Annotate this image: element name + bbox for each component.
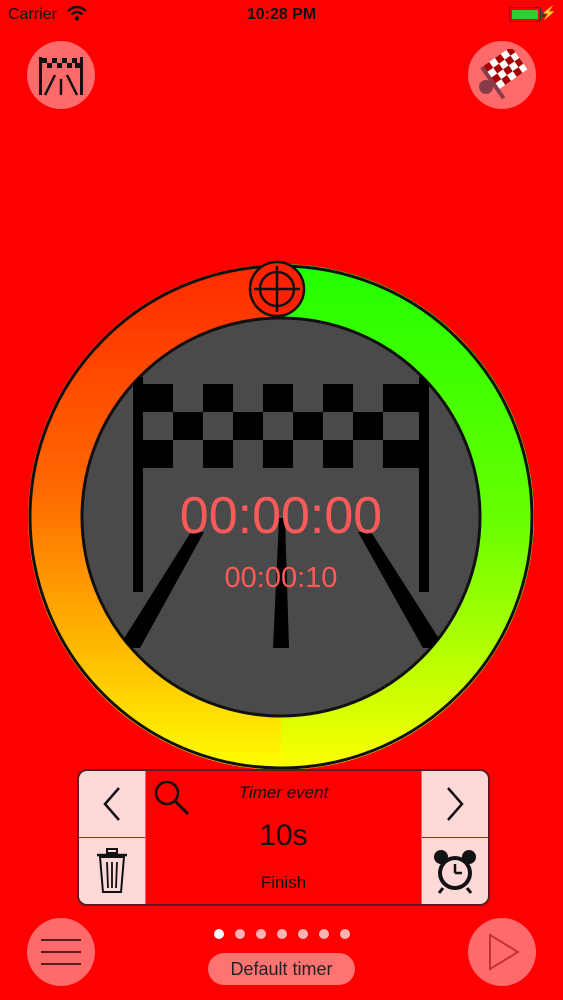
page-dot[interactable] (276, 929, 287, 939)
play-button[interactable] (468, 918, 536, 986)
page-dot[interactable] (255, 929, 266, 939)
timer-event-card: Timer event 10s Finish (77, 769, 490, 906)
crosshair-handle[interactable] (248, 260, 306, 318)
page-dot[interactable] (213, 929, 224, 939)
page-dot[interactable] (339, 929, 350, 939)
alarm-clock-icon (434, 850, 476, 894)
elapsed-time: 00:00:00 (180, 487, 382, 545)
timer-name-button[interactable]: Default timer (208, 953, 355, 985)
play-icon (489, 933, 520, 971)
event-subtitle: Finish (260, 873, 307, 892)
menu-button[interactable] (27, 918, 95, 986)
alarm-button[interactable] (422, 838, 488, 904)
target-time: 00:00:10 (225, 562, 338, 594)
page-dot[interactable] (297, 929, 308, 939)
event-title: Timer event (238, 783, 329, 802)
menu-icon (41, 939, 81, 965)
page-dot[interactable] (234, 929, 245, 939)
event-value: 10s (259, 819, 308, 852)
page-dot[interactable] (318, 929, 329, 939)
chevron-right-icon (447, 787, 464, 821)
chevron-left-icon (103, 787, 120, 821)
next-event-button[interactable] (422, 771, 488, 837)
timer-dial: 00:00:00 00:00:10 (28, 260, 534, 770)
previous-event-button[interactable] (79, 771, 145, 837)
trash-icon (97, 848, 127, 893)
delete-event-button[interactable] (79, 838, 145, 904)
